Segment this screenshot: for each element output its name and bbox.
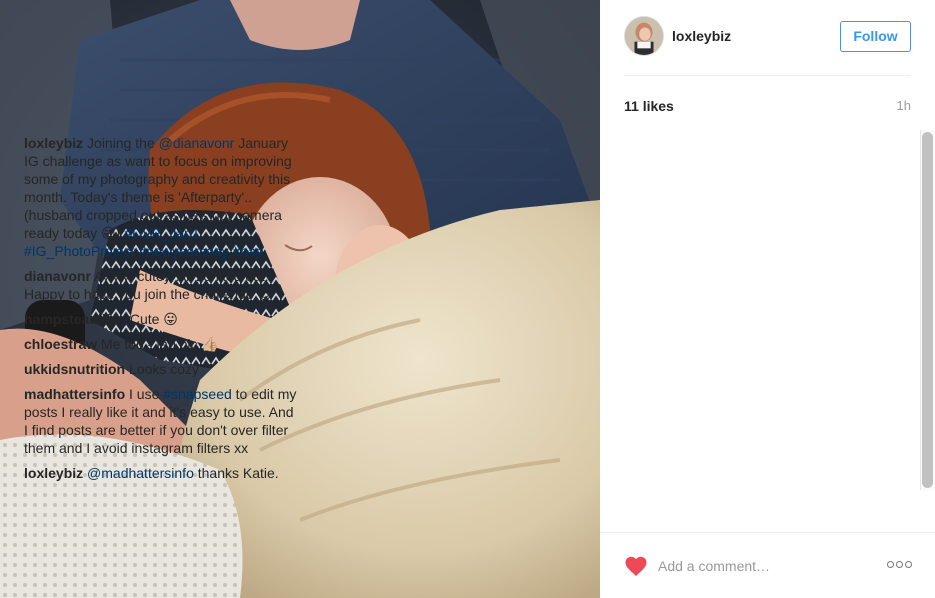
hashtag-link[interactable]: #nap — [233, 243, 264, 259]
post-modal: loxleybiz Follow 11 likes 1h loxleybiz J… — [0, 0, 935, 598]
hashtag-link[interactable]: #IG_PhotoProject — [24, 243, 135, 259]
comment-item: madhattersinfo I use #snapseed to edit m… — [24, 385, 314, 457]
scrollbar-thumb[interactable] — [922, 132, 933, 488]
comment-item: hampsteadlife_ Cute 😛 — [24, 310, 314, 328]
add-comment-input[interactable] — [658, 555, 878, 577]
more-dot — [896, 561, 903, 568]
comment-text: Looks cozy — [125, 361, 200, 377]
comment-author[interactable]: loxleybiz — [24, 135, 83, 151]
likes-count[interactable]: 11 likes — [624, 98, 674, 114]
hashtag-link[interactable]: #newyearsday — [138, 243, 228, 259]
more-options-icon[interactable] — [887, 561, 913, 571]
mention-link[interactable]: @dianavonr — [159, 135, 235, 151]
comment-item: chloestraw Me too - fab pic 👍🏼 — [24, 335, 314, 353]
comment-text: I use — [125, 386, 164, 402]
comment-text: Cute 😛 — [125, 311, 178, 327]
post-time[interactable]: 1h — [897, 98, 911, 113]
post-footer — [600, 532, 935, 598]
comment-author[interactable]: hampsteadlife_ — [24, 311, 126, 327]
hashtag-link[interactable]: #DVR_Jan1 — [124, 225, 200, 241]
comment-item: loxleybiz @madhattersinfo thanks Katie. — [24, 464, 314, 482]
comment-item: ukkidsnutrition Looks cozy — [24, 360, 314, 378]
comment-author[interactable]: ukkidsnutrition — [24, 361, 125, 377]
comments-list: loxleybiz Joining the @dianavonr January… — [24, 134, 314, 532]
hashtag-link[interactable]: #snapseed — [163, 386, 232, 402]
comment-author[interactable]: loxleybiz — [24, 465, 83, 481]
post-side-panel: loxleybiz Follow 11 likes 1h — [600, 0, 935, 598]
comment-author[interactable]: dianavonr — [24, 268, 91, 284]
post-meta: 11 likes 1h — [624, 98, 911, 118]
post-header: loxleybiz Follow — [624, 16, 911, 76]
comment-text: Joining the — [83, 135, 159, 151]
heart-icon[interactable] — [624, 555, 648, 577]
follow-button[interactable]: Follow — [840, 21, 911, 52]
comment-item: loxleybiz Joining the @dianavonr January… — [24, 134, 314, 260]
post-author-username[interactable]: loxleybiz — [672, 28, 731, 44]
comment-text: thanks Katie. — [193, 465, 279, 481]
more-dot — [887, 561, 894, 568]
comments-scrollbar[interactable] — [920, 130, 935, 490]
avatar[interactable] — [624, 16, 664, 56]
comment-author[interactable]: chloestraw — [24, 336, 97, 352]
comment-author[interactable]: madhattersinfo — [24, 386, 125, 402]
comment-item: dianavonr Awww cutey. All zonked out. Ha… — [24, 267, 314, 303]
mention-link[interactable]: @madhattersinfo — [87, 465, 194, 481]
comment-text: Me too - fab pic 👍🏼 — [97, 336, 219, 352]
more-dot — [905, 561, 912, 568]
